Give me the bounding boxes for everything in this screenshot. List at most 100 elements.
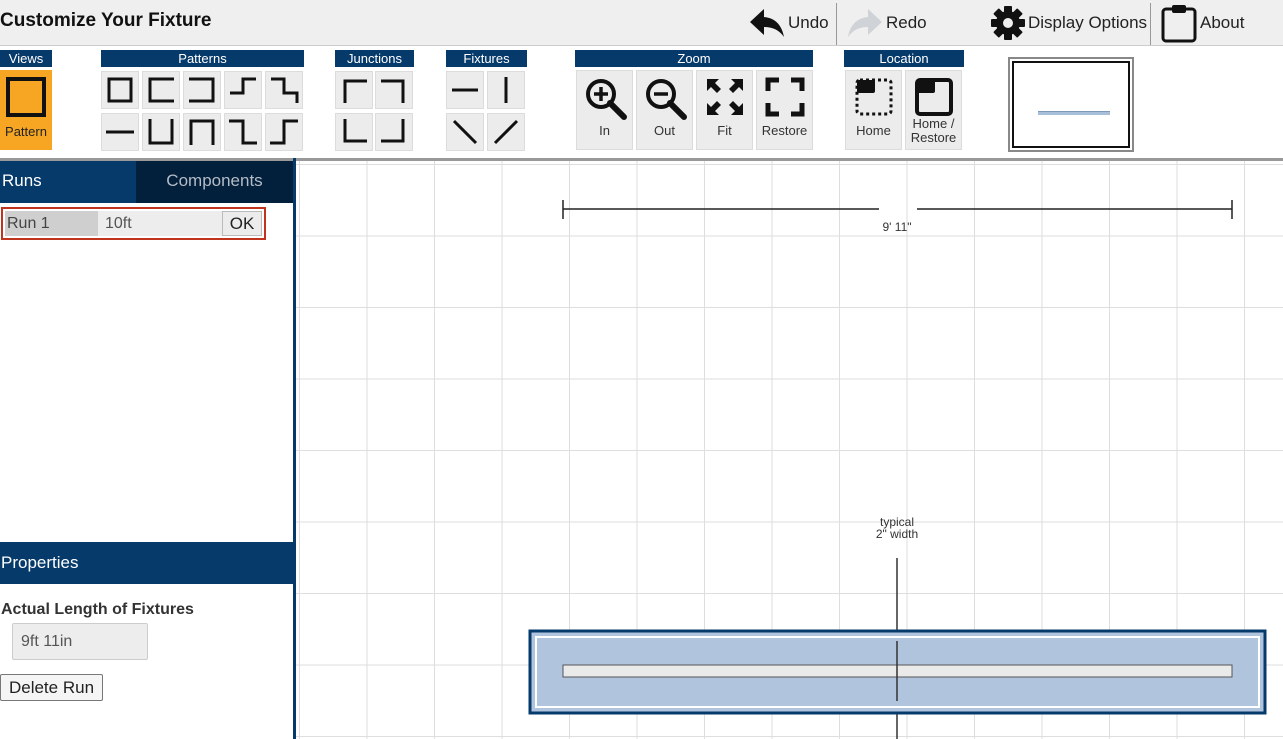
properties-header: Properties xyxy=(0,542,293,584)
redo-label: Redo xyxy=(886,13,927,32)
zoom-in-icon xyxy=(585,79,627,120)
horizontal-line-icon xyxy=(452,88,478,92)
pattern-square-icon xyxy=(107,77,133,103)
run-name[interactable]: Run 1 xyxy=(5,211,98,236)
pattern-square-button[interactable] xyxy=(101,71,139,109)
app-title: Customize Your Fixture xyxy=(0,10,212,31)
app-header: Customize Your Fixture Undo Redo Display… xyxy=(0,0,1283,46)
home-restore-icon xyxy=(914,78,953,116)
corner-top-left-icon xyxy=(343,79,367,103)
home-button[interactable]: Home xyxy=(845,70,902,150)
pattern-c-left-icon xyxy=(148,77,174,103)
pattern-step-down-icon xyxy=(229,119,257,145)
tab-runs[interactable]: Runs xyxy=(0,161,136,203)
actual-length-label: Actual Length of Fixtures xyxy=(1,601,194,618)
fixture-diagonal-up-button[interactable] xyxy=(487,113,525,151)
zoom-group-title: Zoom xyxy=(575,50,813,67)
pattern-n-button[interactable] xyxy=(183,113,221,151)
dimension-label: 9' 11" xyxy=(882,220,912,234)
square-icon xyxy=(6,77,46,117)
display-options-label: Display Options xyxy=(1028,13,1148,32)
actual-length-field xyxy=(12,623,148,660)
run-ok-button[interactable]: OK xyxy=(222,211,262,236)
pattern-s-button[interactable] xyxy=(265,71,303,109)
minimap-preview[interactable] xyxy=(1008,57,1134,152)
run-length-input[interactable] xyxy=(98,211,222,236)
delete-run-button[interactable]: Delete Run xyxy=(0,674,103,701)
zoom-fit-label: Fit xyxy=(717,123,732,138)
pattern-c-right-icon xyxy=(189,77,215,103)
location-group-title: Location xyxy=(844,50,964,67)
pattern-step-up-button[interactable] xyxy=(265,113,303,151)
pattern-line-icon xyxy=(106,130,134,134)
width-note: typical 2" width xyxy=(862,516,932,540)
zoom-restore-label: Restore xyxy=(761,123,808,138)
dimension-line xyxy=(562,200,1233,219)
zoom-in-button[interactable]: In xyxy=(576,70,633,150)
pattern-step-down-button[interactable] xyxy=(224,113,262,151)
pattern-u-icon xyxy=(148,119,174,145)
patterns-group-title: Patterns xyxy=(101,50,304,67)
home-icon xyxy=(855,78,892,116)
pattern-view-label: Pattern xyxy=(5,124,47,139)
fixture-horizontal-button[interactable] xyxy=(446,71,484,109)
header-divider xyxy=(836,3,837,45)
vertical-line-icon xyxy=(504,77,508,103)
pattern-z-up-icon xyxy=(230,77,256,95)
junction-top-right-button[interactable] xyxy=(375,71,413,109)
junction-bottom-left-button[interactable] xyxy=(335,113,373,151)
pattern-view-button[interactable]: Pattern xyxy=(0,70,52,150)
pattern-z-up-button[interactable] xyxy=(224,71,262,109)
pattern-c-left-button[interactable] xyxy=(142,71,180,109)
zoom-in-label: In xyxy=(599,123,610,138)
zoom-fit-button[interactable]: Fit xyxy=(696,70,753,150)
left-panel: Runs Components Run 1 OK Properties Actu… xyxy=(0,158,296,739)
clipboard-icon xyxy=(1161,5,1197,43)
toolbar: Views Pattern Patterns Junctions Fixture… xyxy=(0,47,1283,157)
undo-button[interactable]: Undo xyxy=(748,0,836,46)
run-row: Run 1 OK xyxy=(1,207,266,240)
restore-corners-icon xyxy=(765,77,804,117)
gear-icon xyxy=(991,6,1025,40)
views-group-title: Views xyxy=(0,50,52,67)
pattern-line-button[interactable] xyxy=(101,113,139,151)
width-note-line2: 2" width xyxy=(875,527,919,541)
home-restore-label: Home / Restore xyxy=(910,116,957,145)
minimap-frame xyxy=(1012,61,1130,148)
home-label: Home xyxy=(856,123,891,138)
pattern-s-icon xyxy=(271,77,299,103)
redo-button[interactable]: Redo xyxy=(846,0,936,46)
zoom-out-icon xyxy=(645,79,687,120)
zoom-restore-button[interactable]: Restore xyxy=(756,70,813,150)
corner-bottom-left-icon xyxy=(343,119,367,143)
corner-bottom-right-icon xyxy=(381,119,405,143)
zoom-out-button[interactable]: Out xyxy=(636,70,693,150)
undo-icon xyxy=(750,9,784,37)
canvas-drawing xyxy=(528,200,1267,739)
display-options-button[interactable]: Display Options xyxy=(990,0,1148,46)
pattern-n-icon xyxy=(189,119,215,145)
pattern-step-up-icon xyxy=(270,119,298,145)
home-restore-button[interactable]: Home / Restore xyxy=(905,70,962,150)
about-button[interactable]: About xyxy=(1160,0,1280,46)
minimap-fixture xyxy=(1038,111,1110,115)
about-label: About xyxy=(1200,13,1245,32)
junction-top-left-button[interactable] xyxy=(335,71,373,109)
panel-tabs: Runs Components xyxy=(0,161,293,203)
diagonal-up-icon xyxy=(493,119,519,145)
pattern-c-right-button[interactable] xyxy=(183,71,221,109)
redo-icon xyxy=(848,9,882,37)
junction-bottom-right-button[interactable] xyxy=(375,113,413,151)
corner-top-right-icon xyxy=(381,79,405,103)
pattern-u-button[interactable] xyxy=(142,113,180,151)
fixture-diagonal-down-button[interactable] xyxy=(446,113,484,151)
fixtures-group-title: Fixtures xyxy=(446,50,527,67)
zoom-out-label: Out xyxy=(654,123,675,138)
fit-arrows-icon xyxy=(706,79,743,115)
tab-components[interactable]: Components xyxy=(136,161,293,203)
undo-label: Undo xyxy=(788,13,829,32)
header-divider xyxy=(1150,3,1151,45)
diagonal-down-icon xyxy=(452,119,478,145)
fixture-vertical-button[interactable] xyxy=(487,71,525,109)
design-canvas[interactable]: 9' 11" typical 2" width xyxy=(296,158,1283,739)
